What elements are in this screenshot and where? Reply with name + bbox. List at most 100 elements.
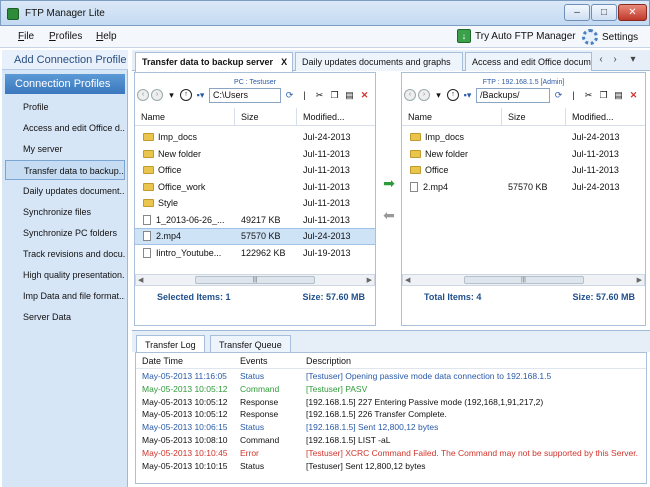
file-row[interactable]: Office_work Jul-11-2013 <box>135 179 375 196</box>
scroll-left-icon[interactable]: ◀ <box>138 276 143 284</box>
minimize-icon[interactable]: – <box>564 4 590 21</box>
refresh-icon[interactable]: ⟳ <box>552 89 565 102</box>
log-row[interactable]: May-05-2013 10:06:15 Status [192.168.1.5] … <box>136 422 646 435</box>
cut-icon[interactable]: ✂ <box>582 89 595 102</box>
sidebar-item[interactable]: Synchronize files <box>5 202 125 222</box>
close-icon[interactable]: ✕ <box>618 4 647 21</box>
file-icon <box>143 231 151 242</box>
col-size[interactable]: Size <box>235 108 297 125</box>
tab-close-icon[interactable]: X <box>281 57 287 67</box>
col-modified[interactable]: Modified... <box>297 108 375 125</box>
paste-icon[interactable]: ▤ <box>343 89 356 102</box>
upload-arrow-icon[interactable]: ➡ <box>381 176 397 190</box>
sidebar-item[interactable]: High quality presentation... <box>5 265 125 285</box>
file-name: Style <box>135 198 235 208</box>
local-path-field[interactable]: C:\Users <box>209 87 281 103</box>
sidebar-item[interactable]: Synchronize PC folders <box>5 223 125 243</box>
file-row[interactable]: Imp_docs Jul-24-2013 <box>402 129 645 146</box>
log-row[interactable]: May-05-2013 10:08:10 Command [192.168.1.5]… <box>136 435 646 448</box>
sidebar-item[interactable]: Track revisions and docu... <box>5 244 125 264</box>
forward-icon[interactable]: › <box>151 89 163 101</box>
log-row[interactable]: May-05-2013 10:10:15 Status [Testuser] Sen… <box>136 461 646 474</box>
file-size: 57570 KB <box>508 181 548 192</box>
tab-access-edit[interactable]: Access and edit Office docum <box>465 52 592 71</box>
log-row[interactable]: May-05-2013 10:05:12 Response [192.168.1.5… <box>136 397 646 410</box>
tab-next-icon[interactable]: › <box>608 52 622 68</box>
dropdown-icon[interactable]: ▾ <box>432 89 445 102</box>
sidebar-item[interactable]: My server <box>5 139 125 159</box>
log-row[interactable]: May-05-2013 11:16:05 Status [Testuser] Ope… <box>136 371 646 384</box>
col-name[interactable]: Name <box>402 108 502 125</box>
file-row[interactable]: 2.mp4 57570 KB Jul-24-2013 <box>135 228 375 245</box>
local-column-header: Name Size Modified... <box>135 108 375 126</box>
file-row[interactable]: New folder Jul-11-2013 <box>402 146 645 163</box>
log-time: May-05-2013 10:05:12 <box>142 409 228 420</box>
refresh-icon[interactable]: ⟳ <box>283 89 296 102</box>
file-row[interactable]: Imp_docs Jul-24-2013 <box>135 129 375 146</box>
sidebar-item[interactable]: Profile <box>5 97 125 117</box>
file-row[interactable]: Office Jul-11-2013 <box>402 162 645 179</box>
file-row[interactable]: New folder Jul-11-2013 <box>135 146 375 163</box>
delete-icon[interactable]: ✕ <box>358 89 371 102</box>
file-row[interactable]: 2.mp4 57570 KB Jul-24-2013 <box>402 179 645 196</box>
local-horizontal-scrollbar[interactable]: ◀ ||| ▶ <box>135 274 375 286</box>
scroll-right-icon[interactable]: ▶ <box>367 276 372 284</box>
tab-prev-icon[interactable]: ‹ <box>594 52 608 68</box>
copy-icon[interactable]: ❐ <box>328 89 341 102</box>
dropdown-icon[interactable]: ▾ <box>165 89 178 102</box>
remote-horizontal-scrollbar[interactable]: ◀ ||| ▶ <box>402 274 645 286</box>
sidebar-item[interactable]: Imp Data and file format... <box>5 286 125 306</box>
log-col-desc[interactable]: Description <box>300 353 640 368</box>
scroll-thumb[interactable]: ||| <box>195 276 315 284</box>
paste-icon[interactable]: ▤ <box>612 89 625 102</box>
tab-daily-updates[interactable]: Daily updates documents and graphs <box>295 52 463 71</box>
sidebar-item[interactable]: Daily updates document... <box>5 181 125 201</box>
menu-profiles[interactable]: Profiles <box>49 31 82 42</box>
scroll-right-icon[interactable]: ▶ <box>637 276 642 284</box>
tab-transfer-data[interactable]: Transfer data to backup server X <box>135 52 293 72</box>
log-row[interactable]: May-05-2013 10:05:12 Command [Testuser] PA… <box>136 384 646 397</box>
sidebar-item[interactable]: Transfer data to backup... <box>5 160 125 180</box>
file-name: Imp_docs <box>402 132 502 142</box>
drive-icon[interactable]: ▪▾ <box>461 89 474 102</box>
col-modified[interactable]: Modified... <box>566 108 645 125</box>
download-arrow-icon[interactable]: ⬅ <box>381 208 397 222</box>
maximize-icon[interactable]: □ <box>591 4 617 21</box>
log-row[interactable]: May-05-2013 10:10:45 Error [Testuser] XCRC… <box>136 448 646 461</box>
scroll-thumb[interactable]: ||| <box>463 276 584 284</box>
file-name: Office <box>402 165 502 175</box>
log-col-time[interactable]: Date Time <box>136 353 234 368</box>
back-icon[interactable]: ‹ <box>404 89 416 101</box>
file-row[interactable]: 1_2013-06-26_... 49217 KB Jul-11-2013 <box>135 212 375 229</box>
local-pane-title: PC : Testuser <box>234 79 276 86</box>
col-size[interactable]: Size <box>502 108 566 125</box>
remote-path-field[interactable]: /Backups/ <box>476 87 550 103</box>
log-col-event[interactable]: Events <box>234 353 300 368</box>
log-row[interactable]: May-05-2013 10:05:12 Response [192.168.1.5… <box>136 409 646 422</box>
file-row[interactable]: Office Jul-11-2013 <box>135 162 375 179</box>
menu-help[interactable]: Help <box>96 31 117 42</box>
menu-file[interactable]: File <box>18 31 34 42</box>
tab-transfer-queue[interactable]: Transfer Queue <box>210 335 291 353</box>
sidebar-item[interactable]: Server Data <box>5 307 125 327</box>
drive-icon[interactable]: ▪▾ <box>194 89 207 102</box>
sidebar-item[interactable]: Access and edit Office d... <box>5 118 125 138</box>
file-row[interactable]: Style Jul-11-2013 <box>135 195 375 212</box>
folder-icon <box>143 199 154 208</box>
back-icon[interactable]: ‹ <box>137 89 149 101</box>
scroll-left-icon[interactable]: ◀ <box>405 276 410 284</box>
copy-icon[interactable]: ❐ <box>597 89 610 102</box>
file-row[interactable]: Iintro_Youtube... 122962 KB Jul-19-2013 <box>135 245 375 262</box>
remote-pane-title: FTP : 192.168.1.5 [Admin] <box>482 79 565 86</box>
up-folder-icon[interactable]: ↑ <box>447 89 459 101</box>
forward-icon[interactable]: › <box>418 89 430 101</box>
settings-button[interactable]: Settings <box>582 29 638 45</box>
tab-menu-icon[interactable]: ▾ <box>626 52 640 68</box>
col-name[interactable]: Name <box>135 108 235 125</box>
up-folder-icon[interactable]: ↑ <box>180 89 192 101</box>
try-auto-ftp-button[interactable]: ↓ Try Auto FTP Manager <box>457 29 576 43</box>
add-connection-profile-button[interactable]: Add Connection Profile <box>2 50 128 70</box>
tab-transfer-log[interactable]: Transfer Log <box>136 335 205 353</box>
cut-icon[interactable]: ✂ <box>313 89 326 102</box>
delete-icon[interactable]: ✕ <box>627 89 640 102</box>
